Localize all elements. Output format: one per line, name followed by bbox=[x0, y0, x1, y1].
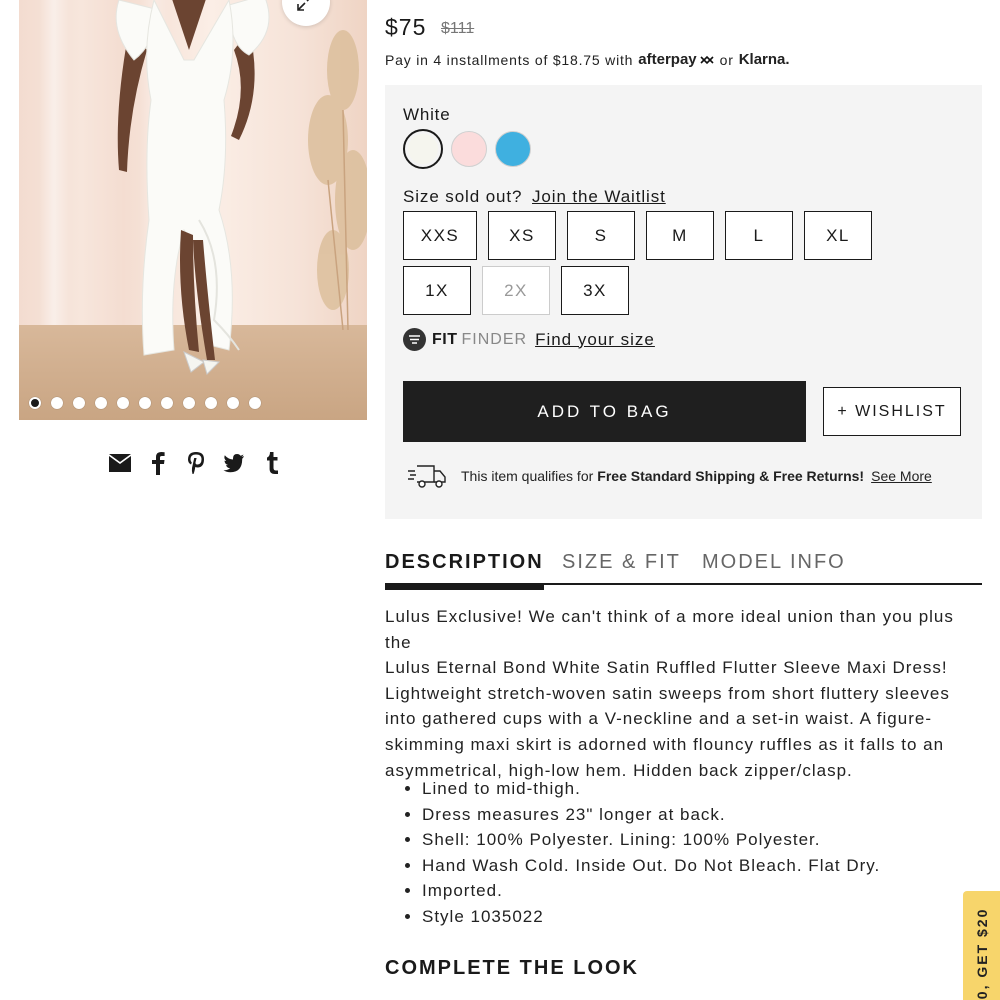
description-line: skimming maxi skirt is adorned with flou… bbox=[385, 734, 945, 754]
carousel-dots bbox=[29, 397, 261, 409]
color-swatch-blue[interactable] bbox=[495, 131, 531, 167]
klarna-logo[interactable]: Klarna. bbox=[739, 51, 790, 68]
twitter-icon[interactable] bbox=[222, 450, 246, 476]
fit-finder-brand: FIT bbox=[432, 330, 458, 348]
fit-finder-icon bbox=[403, 328, 426, 351]
size-option-s[interactable]: S bbox=[567, 211, 635, 260]
tab-model-info[interactable]: MODEL INFO bbox=[702, 551, 846, 585]
shipping-offer: Free Standard Shipping & Free Returns! bbox=[597, 468, 865, 484]
installments-row: Pay in 4 installments of $18.75 with aft… bbox=[385, 51, 790, 68]
join-waitlist-link[interactable]: Join the Waitlist bbox=[532, 187, 666, 206]
carousel-dot[interactable] bbox=[139, 397, 151, 409]
size-option-xs[interactable]: XS bbox=[488, 211, 556, 260]
promo-text: 20, GET $20 bbox=[974, 907, 990, 1000]
carousel-dot[interactable] bbox=[117, 397, 129, 409]
size-option-xxs[interactable]: XXS bbox=[403, 211, 477, 260]
wishlist-button[interactable]: + WISHLIST bbox=[823, 387, 961, 436]
tab-description[interactable]: DESCRIPTION bbox=[385, 551, 544, 590]
afterpay-label: afterpay bbox=[638, 51, 697, 68]
fit-finder-brand-light: FINDER bbox=[461, 330, 528, 348]
description-line: Lulus Exclusive! We can't think of a mor… bbox=[385, 607, 954, 652]
color-swatch-white[interactable] bbox=[403, 129, 443, 169]
fit-finder: FIT FINDER Find your size bbox=[403, 328, 655, 351]
detail-item: Hand Wash Cold. Inside Out. Do Not Bleac… bbox=[404, 853, 880, 879]
product-details-list: Lined to mid-thigh. Dress measures 23" l… bbox=[404, 776, 880, 930]
size-option-m[interactable]: M bbox=[646, 211, 714, 260]
curtain-decoration bbox=[39, 0, 69, 330]
detail-item: Shell: 100% Polyester. Lining: 100% Poly… bbox=[404, 827, 880, 853]
color-swatches bbox=[403, 129, 531, 169]
carousel-dot[interactable] bbox=[227, 397, 239, 409]
share-row bbox=[108, 450, 284, 476]
carousel-dot[interactable] bbox=[29, 397, 41, 409]
carousel-dot[interactable] bbox=[205, 397, 217, 409]
description-line: into gathered cups with a V-neckline and… bbox=[385, 709, 932, 729]
size-option-3x[interactable]: 3X bbox=[561, 266, 629, 315]
installments-or: or bbox=[719, 51, 734, 68]
shipping-truck-icon bbox=[408, 465, 446, 488]
facebook-icon[interactable] bbox=[146, 450, 170, 476]
carousel-dot[interactable] bbox=[73, 397, 85, 409]
see-more-link[interactable]: See More bbox=[871, 468, 932, 484]
carousel-dot[interactable] bbox=[161, 397, 173, 409]
purchase-options-panel: White Size sold out? Join the Waitlist X… bbox=[385, 85, 982, 519]
carousel-dot[interactable] bbox=[95, 397, 107, 409]
afterpay-arrows-icon bbox=[700, 55, 714, 64]
detail-item: Imported. bbox=[404, 878, 880, 904]
model-figure bbox=[115, 0, 270, 375]
description-line: Lightweight stretch-woven satin sweeps f… bbox=[385, 683, 950, 703]
description-line: Lulus Eternal Bond White Satin Ruffled F… bbox=[385, 658, 948, 678]
add-to-bag-button[interactable]: ADD TO BAG bbox=[403, 381, 806, 442]
pampas-grass-decoration bbox=[308, 30, 367, 330]
price-current: $75 bbox=[385, 14, 427, 40]
selected-color-label: White bbox=[403, 105, 451, 124]
shipping-prefix: This item qualifies for bbox=[461, 468, 594, 484]
size-option-l[interactable]: L bbox=[725, 211, 793, 260]
detail-item: Dress measures 23" longer at back. bbox=[404, 802, 880, 828]
complete-the-look-heading: COMPLETE THE LOOK bbox=[385, 957, 639, 979]
email-icon[interactable] bbox=[108, 450, 132, 476]
detail-item: Lined to mid-thigh. bbox=[404, 776, 880, 802]
price-original: $111 bbox=[441, 20, 475, 37]
size-option-xl[interactable]: XL bbox=[804, 211, 872, 260]
product-image[interactable] bbox=[19, 0, 367, 420]
carousel-dot[interactable] bbox=[51, 397, 63, 409]
color-swatch-blush[interactable] bbox=[451, 131, 487, 167]
size-sold-out-text: Size sold out? bbox=[403, 187, 523, 206]
promo-tab[interactable]: 20, GET $20 bbox=[963, 891, 1000, 1000]
product-description: Lulus Exclusive! We can't think of a mor… bbox=[385, 604, 965, 783]
shipping-info: This item qualifies for Free Standard Sh… bbox=[407, 463, 932, 489]
size-sold-out-note: Size sold out? Join the Waitlist bbox=[403, 187, 666, 207]
pinterest-icon[interactable] bbox=[184, 450, 208, 476]
product-info-tabs: DESCRIPTION SIZE & FIT MODEL INFO bbox=[385, 551, 982, 590]
tab-size-fit[interactable]: SIZE & FIT bbox=[562, 551, 681, 585]
detail-item: Style 1035022 bbox=[404, 904, 880, 930]
tumblr-icon[interactable] bbox=[260, 450, 284, 476]
find-your-size-link[interactable]: Find your size bbox=[535, 330, 655, 350]
afterpay-logo[interactable]: afterpay bbox=[638, 51, 714, 68]
size-option-1x[interactable]: 1X bbox=[403, 266, 471, 315]
size-option-2x[interactable]: 2X bbox=[482, 266, 550, 315]
expand-arrows-icon bbox=[297, 0, 315, 11]
carousel-dot[interactable] bbox=[183, 397, 195, 409]
carousel-dot[interactable] bbox=[249, 397, 261, 409]
installments-text: Pay in 4 installments of $18.75 with bbox=[385, 51, 634, 68]
